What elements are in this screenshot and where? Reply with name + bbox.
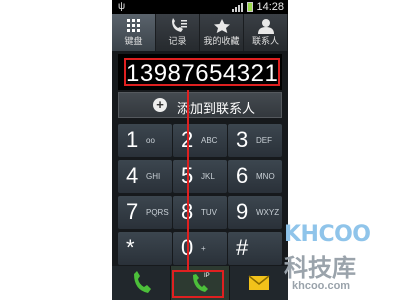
bottom-action-bar: IP	[112, 266, 288, 300]
number-display: 13987654321	[118, 54, 282, 90]
tab-bar: 键盘 记录 我的收藏 联系人	[112, 14, 288, 51]
message-button[interactable]	[230, 266, 288, 300]
key-letters: +	[201, 244, 206, 253]
tab-label: 记录	[168, 36, 187, 46]
ip-call-button[interactable]: IP	[171, 266, 230, 300]
watermark-url: khcoo.com	[292, 280, 351, 292]
status-bar: ψ 14:28	[112, 0, 288, 14]
watermark-logo: KHCOO	[284, 222, 371, 247]
battery-icon	[247, 2, 254, 12]
voicemail-icon: ᴏᴏ	[146, 136, 155, 145]
call-log-icon	[172, 18, 187, 32]
add-to-contacts-button[interactable]: + 添加到联系人	[118, 92, 282, 118]
key-digit: #	[236, 235, 249, 260]
ip-call-icon	[193, 274, 208, 292]
phone-screen: ψ 14:28 键盘 记录 我的收藏 联系人 13987654321 + 添加到…	[112, 0, 288, 300]
key-0[interactable]: 0+	[173, 232, 227, 265]
key-5[interactable]: 5JKL	[173, 160, 227, 193]
dialed-number[interactable]: 13987654321	[124, 58, 280, 87]
person-icon	[258, 19, 274, 34]
star-icon	[214, 19, 230, 33]
envelope-icon	[248, 275, 270, 290]
status-time: 14:28	[256, 1, 284, 13]
key-digit: *	[126, 235, 135, 260]
tab-contacts[interactable]: 联系人	[244, 14, 288, 51]
plus-circle-icon: +	[153, 98, 167, 112]
key-digit: 7	[126, 199, 139, 224]
key-digit: 4	[126, 163, 139, 188]
key-4[interactable]: 4 GHI	[118, 160, 172, 193]
tab-call-log[interactable]: 记录	[156, 14, 200, 51]
key-letters: TUV	[201, 208, 217, 217]
key-letters: PQRS	[146, 208, 169, 217]
key-6[interactable]: 6 MNO	[228, 160, 282, 193]
tab-keypad[interactable]: 键盘	[112, 14, 156, 51]
key-3[interactable]: 3 DEF	[228, 124, 282, 157]
usb-icon: ψ	[118, 1, 126, 12]
key-letters: JKL	[201, 172, 215, 181]
call-button[interactable]	[112, 266, 171, 300]
key-letters: MNO	[256, 172, 275, 181]
key-letters: ABC	[201, 136, 218, 145]
ip-label: IP	[204, 273, 210, 279]
tab-favorites[interactable]: 我的收藏	[200, 14, 244, 51]
signal-bars-icon	[232, 2, 244, 12]
key-hash[interactable]: #	[228, 232, 282, 265]
key-digit: 9	[236, 199, 249, 224]
key-letters: GHI	[146, 172, 161, 181]
watermark: KHCOO 科技库 khcoo.com	[274, 222, 392, 300]
key-digit: 6	[236, 163, 249, 188]
phone-icon	[134, 271, 151, 293]
key-letters: WXYZ	[256, 208, 280, 217]
key-digit: 1	[126, 127, 139, 152]
key-digit: 3	[236, 127, 249, 152]
key-9[interactable]: 9 WXYZ	[228, 196, 282, 229]
keypad-icon	[127, 19, 140, 32]
key-star[interactable]: *	[118, 232, 172, 265]
highlight-connector	[187, 90, 189, 270]
tab-label: 联系人	[251, 36, 279, 46]
key-7[interactable]: 7 PQRS	[118, 196, 172, 229]
watermark-cn: 科技库	[284, 255, 356, 282]
key-1[interactable]: 1 ᴏᴏ	[118, 124, 172, 157]
tab-label: 我的收藏	[203, 36, 240, 46]
key-8[interactable]: 8TUV	[173, 196, 227, 229]
key-letters: DEF	[256, 136, 272, 145]
dial-keypad: 1ᴏᴏ 2ABC 3DEF 4GHI 5JKL 6MNO 7PQRS 8TUV …	[116, 124, 284, 265]
key-2[interactable]: 2ABC	[173, 124, 227, 157]
tab-label: 键盘	[124, 36, 143, 46]
